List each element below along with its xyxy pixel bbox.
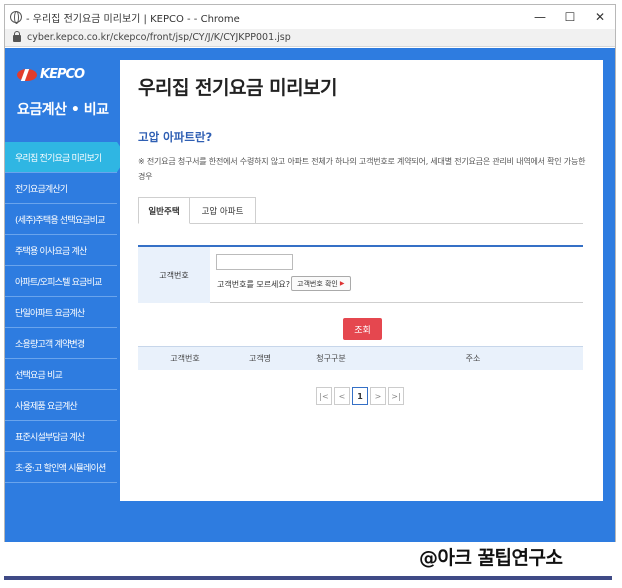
sidebar-item-single-apartment[interactable]: 단일아파트 요금계산 <box>5 297 117 328</box>
column-header-address[interactable]: 주소 <box>448 353 498 364</box>
kepco-logo[interactable]: KEPCO <box>17 67 85 82</box>
title-bar: - 우리집 전기요금 미리보기 | KEPCO - - Chrome — ☐ ✕ <box>5 5 615 29</box>
address-bar[interactable]: cyber.kepco.co.kr/ckepco/front/jsp/CY/J/… <box>5 29 615 47</box>
section-title: 고압 아파트란? <box>138 130 213 144</box>
customer-number-label: 고객번호 <box>138 247 210 303</box>
next-page-button[interactable]: > <box>370 387 386 405</box>
customer-number-check-button[interactable]: 고객번호 확인 ▶ <box>291 276 351 291</box>
sidebar-item-apartment-officetel-compare[interactable]: 아파트/오피스텔 요금비교 <box>5 266 117 297</box>
customer-number-help-text: 고객번호를 모르세요? <box>217 280 291 289</box>
tab-bar: 일반주택 고압 아파트 <box>138 197 583 224</box>
main-content: 우리집 전기요금 미리보기 고압 아파트란? ※ 전기요금 청구서를 한전에서 … <box>120 60 603 501</box>
prev-page-button[interactable]: < <box>334 387 350 405</box>
logo-text: KEPCO <box>40 67 85 82</box>
watermark-text: @아크 꿀팁연구소 <box>419 547 563 569</box>
url-text: cyber.kepco.co.kr/ckepco/front/jsp/CY/J/… <box>27 32 291 43</box>
sidebar-item-school-discount[interactable]: 초·중·고 할인액 시뮬레이션 <box>5 452 117 483</box>
sidebar-item-moving-bill[interactable]: 주택용 이사요금 계산 <box>5 235 117 266</box>
sidebar: KEPCO 요금계산 • 비교 우리집 전기요금 미리보기 전기요금계산기 (세… <box>5 48 127 542</box>
sidebar-item-bill-calculator[interactable]: 전기요금계산기 <box>5 173 117 204</box>
tab-high-voltage-apartment[interactable]: 고압 아파트 <box>190 197 256 224</box>
check-button-label: 고객번호 확인 <box>297 279 338 288</box>
sidebar-item-optional-rate-compare[interactable]: 선택요금 비교 <box>5 359 117 390</box>
column-header-customer-number[interactable]: 고객번호 <box>160 353 210 364</box>
kepco-logo-mark-icon <box>17 68 37 81</box>
sidebar-title: 요금계산 • 비교 <box>17 102 109 118</box>
description-text: ※ 전기요금 청구서를 한전에서 수령하지 않고 아파트 전체가 하나의 고객번… <box>138 157 586 181</box>
browser-window: - 우리집 전기요금 미리보기 | KEPCO - - Chrome — ☐ ✕… <box>4 4 616 542</box>
sidebar-menu: 우리집 전기요금 미리보기 전기요금계산기 (세주)주택용 선택요금비교 주택용… <box>5 142 127 483</box>
column-header-customer-name[interactable]: 고객명 <box>240 353 280 364</box>
first-page-button[interactable]: |< <box>316 387 332 405</box>
last-page-button[interactable]: >| <box>388 387 404 405</box>
customer-number-form: 고객번호 고객번호를 모르세요? 고객번호 확인 ▶ <box>138 245 583 303</box>
lock-icon <box>13 31 21 42</box>
pagination: |< < 1 > >| <box>316 387 406 405</box>
globe-icon <box>10 11 22 24</box>
tab-general-house[interactable]: 일반주택 <box>138 197 190 224</box>
minimize-button[interactable]: — <box>525 10 555 24</box>
sidebar-item-facility-charge[interactable]: 표준시설부담금 계산 <box>5 421 117 452</box>
bottom-divider <box>4 576 612 580</box>
current-page-button[interactable]: 1 <box>352 387 368 405</box>
window-title: - 우리집 전기요금 미리보기 | KEPCO - - Chrome <box>26 13 240 25</box>
chevron-right-icon: ▶ <box>339 280 345 287</box>
sidebar-item-product-usage[interactable]: 사용제품 요금계산 <box>5 390 117 421</box>
page-background: KEPCO 요금계산 • 비교 우리집 전기요금 미리보기 전기요금계산기 (세… <box>5 48 615 542</box>
sidebar-item-home-bill-preview[interactable]: 우리집 전기요금 미리보기 <box>5 142 127 173</box>
customer-number-input[interactable] <box>216 254 293 270</box>
close-button[interactable]: ✕ <box>585 10 615 24</box>
sidebar-item-small-capacity-contract[interactable]: 소용량고객 계약변경 <box>5 328 117 359</box>
search-button[interactable]: 조회 <box>343 318 382 340</box>
maximize-button[interactable]: ☐ <box>555 10 585 24</box>
column-header-billing-type[interactable]: 청구구분 <box>306 353 356 364</box>
results-table-header: 고객번호 고객명 청구구분 주소 <box>138 346 583 370</box>
page-title: 우리집 전기요금 미리보기 <box>138 77 338 99</box>
sidebar-item-jeju-residential-compare[interactable]: (세주)주택용 선택요금비교 <box>5 204 117 235</box>
